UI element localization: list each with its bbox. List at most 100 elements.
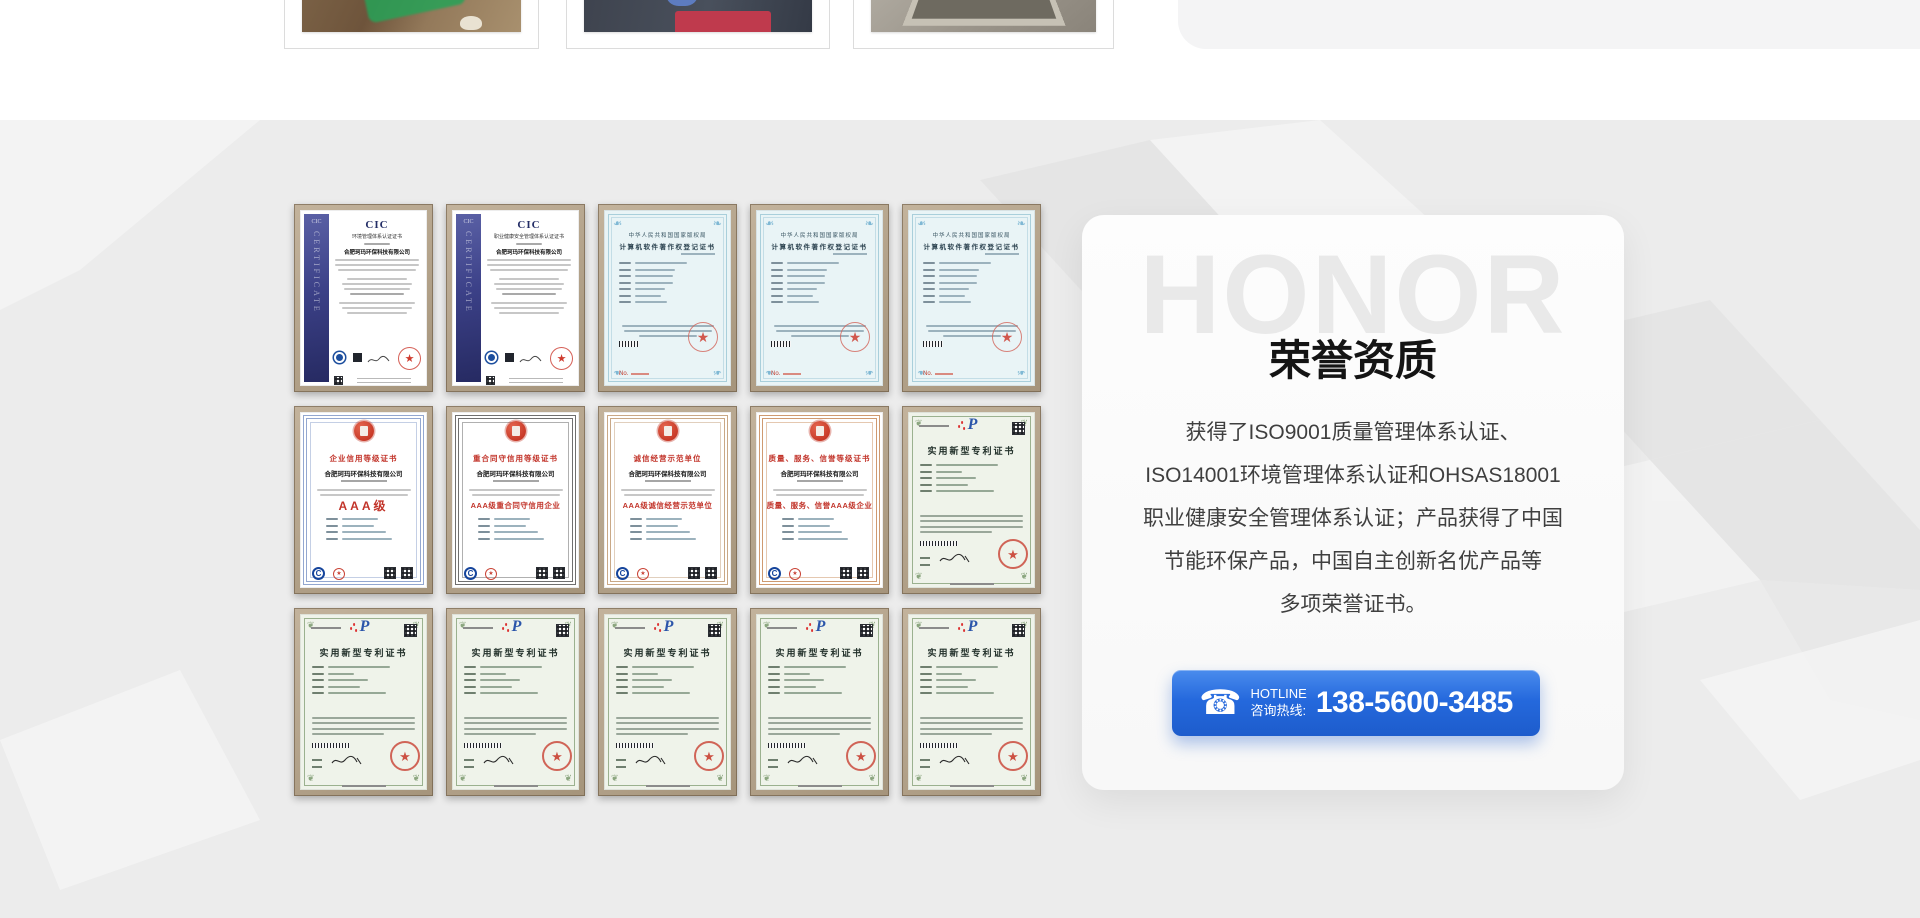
barcode <box>616 743 654 748</box>
serial-number: No. <box>771 371 801 377</box>
credit-org-logo <box>768 567 781 580</box>
qr-code <box>553 567 565 579</box>
section-title: 荣誉资质 <box>1082 327 1624 388</box>
certificate-credit[interactable]: 重合同守信用等级证书 合肥珂玛环保科技有限公司 AAA级重合同守信用企业 <box>446 406 585 594</box>
certificate-credit[interactable]: 诚信经营示范单位 合肥珂玛环保科技有限公司 AAA级诚信经营示范单位 <box>598 406 737 594</box>
serial-number: No. <box>619 371 649 377</box>
honor-description-line: 节能环保产品，中国自主创新名优产品等 <box>1102 540 1604 583</box>
certificate-utility-patent[interactable]: P 实用新型专利证书 <box>750 608 889 796</box>
corner-flourish-icon <box>1020 774 1028 783</box>
certificate-utility-patent[interactable]: P 实用新型专利证书 <box>598 608 737 796</box>
certificate-utility-patent[interactable]: P 实用新型专利证书 <box>902 406 1041 594</box>
project-photo-card-1[interactable] <box>284 0 539 49</box>
corner-flourish-icon <box>713 366 722 377</box>
cnipa-logo: P <box>512 619 522 635</box>
certificate-title: 实用新型专利证书 <box>908 444 1035 457</box>
certificate-cic[interactable]: CIC CERTIFICATE CIC 环境管理体系认证证书 合肥珂玛环保科技有… <box>294 204 433 392</box>
corner-flourish-icon <box>868 774 876 783</box>
corner-flourish-icon <box>412 774 420 783</box>
honor-description-line: ISO14001环境管理体系认证和OHSAS18001 <box>1102 454 1604 497</box>
small-red-seal <box>637 568 649 580</box>
corner-flourish-icon <box>459 774 467 783</box>
certificate-title: 实用新型专利证书 <box>452 646 579 659</box>
corner-flourish-icon <box>1017 219 1026 230</box>
commissioner-signature <box>938 754 972 768</box>
honor-description-line: 获得了ISO9001质量管理体系认证、 <box>1102 411 1604 454</box>
qr-code <box>486 376 495 385</box>
certificate-grade: AAA级重合同守信用企业 <box>452 500 579 511</box>
hotline-label-en: HOTLINE <box>1251 686 1307 703</box>
certificate-credit[interactable]: 企业信用等级证书 合肥珂玛环保科技有限公司 AAA级 <box>294 406 433 594</box>
barcode <box>464 743 502 748</box>
construction-photo-excavation <box>302 0 521 32</box>
certificate-company: 合肥珂玛环保科技有限公司 <box>604 468 731 478</box>
qr-code <box>1012 624 1025 637</box>
small-red-seal <box>789 568 801 580</box>
certificate-software-copyright[interactable]: 中华人民共和国国家版权局 计算机软件著作权登记证书 No. <box>598 204 737 392</box>
credit-org-logo <box>464 567 477 580</box>
red-star-seal <box>992 322 1022 352</box>
commissioner-signature <box>786 754 820 768</box>
certificate-cic[interactable]: CIC CERTIFICATE CIC 职业健康安全管理体系认证证书 合肥珂玛环… <box>446 204 585 392</box>
qr-code <box>556 624 569 637</box>
cnipa-red-seal <box>390 741 420 771</box>
certificate-grade: AAA级 <box>300 497 427 514</box>
red-star-seal <box>688 322 718 352</box>
credit-org-logo <box>312 567 325 580</box>
qr-code <box>536 567 548 579</box>
certificate-side-band: CIC CERTIFICATE <box>456 214 481 382</box>
corner-flourish-icon <box>915 572 923 581</box>
cnipa-red-seal <box>542 741 572 771</box>
certificate-grid: CIC CERTIFICATE CIC 环境管理体系认证证书 合肥珂玛环保科技有… <box>294 204 1041 796</box>
qr-code <box>401 567 413 579</box>
cnipa-red-seal <box>846 741 876 771</box>
commissioner-signature <box>634 754 668 768</box>
certificate-org: CIC <box>333 219 421 231</box>
certificate-software-copyright[interactable]: 中华人民共和国国家版权局 计算机软件著作权登记证书 No. <box>902 204 1041 392</box>
certificate-authority: 中华人民共和国国家版权局 <box>908 231 1035 239</box>
corner-flourish-icon <box>564 774 572 783</box>
signature <box>366 354 390 366</box>
certificate-title: 实用新型专利证书 <box>756 646 883 659</box>
signature <box>518 354 542 366</box>
certificate-authority: 中华人民共和国国家版权局 <box>604 231 731 239</box>
honor-description-line: 多项荣誉证书。 <box>1102 583 1604 626</box>
serial-number: No. <box>923 371 953 377</box>
corner-flourish-icon <box>1020 572 1028 581</box>
commissioner-signature <box>330 754 364 768</box>
certificate-utility-patent[interactable]: P 实用新型专利证书 <box>294 608 433 796</box>
cnipa-logo: P <box>968 619 978 635</box>
qr-code <box>334 376 343 385</box>
project-photo-card-3[interactable] <box>853 0 1114 49</box>
cnipa-logo: P <box>968 417 978 433</box>
phone-icon: ☎ <box>1199 686 1241 720</box>
certificate-company: 合肥珂玛环保科技有限公司 <box>300 468 427 478</box>
certificate-company: 合肥珂玛环保科技有限公司 <box>756 468 883 478</box>
honor-description-line: 职业健康安全管理体系认证；产品获得了中国 <box>1102 497 1604 540</box>
hotline-button[interactable]: ☎ HOTLINE 咨询热线: 138-5600-3485 <box>1172 670 1540 736</box>
hotline-number: 138-5600-3485 <box>1316 686 1513 720</box>
cic-round-logo <box>486 352 497 363</box>
cnipa-red-seal <box>998 741 1028 771</box>
credit-org-logo <box>616 567 629 580</box>
qr-code <box>705 567 717 579</box>
certificate-utility-patent[interactable]: P 实用新型专利证书 <box>446 608 585 796</box>
corner-flourish-icon <box>713 219 722 230</box>
certificate-software-copyright[interactable]: 中华人民共和国国家版权局 计算机软件著作权登记证书 No. <box>750 204 889 392</box>
project-photo-card-2[interactable] <box>566 0 830 49</box>
corner-flourish-icon <box>865 219 874 230</box>
certificate-title: 企业信用等级证书 <box>300 453 427 464</box>
corner-flourish-icon <box>611 774 619 783</box>
certificate-title: 环境管理体系认证证书 <box>333 233 421 240</box>
certificate-grade: 质量、服务、信誉AAA级企业 <box>756 500 883 511</box>
certificate-company: 合肥珂玛环保科技有限公司 <box>485 248 573 256</box>
corner-flourish-icon <box>865 366 874 377</box>
commissioner-signature <box>938 552 972 566</box>
certificate-credit[interactable]: 质量、服务、信誉等级证书 合肥珂玛环保科技有限公司 质量、服务、信誉AAA级企业 <box>750 406 889 594</box>
certificate-title: 诚信经营示范单位 <box>604 453 731 464</box>
certificate-utility-patent[interactable]: P 实用新型专利证书 <box>902 608 1041 796</box>
honor-section: CIC CERTIFICATE CIC 环境管理体系认证证书 合肥珂玛环保科技有… <box>0 120 1920 918</box>
qr-code <box>688 567 700 579</box>
corner-flourish-icon <box>917 219 926 230</box>
corner-flourish-icon <box>1017 366 1026 377</box>
